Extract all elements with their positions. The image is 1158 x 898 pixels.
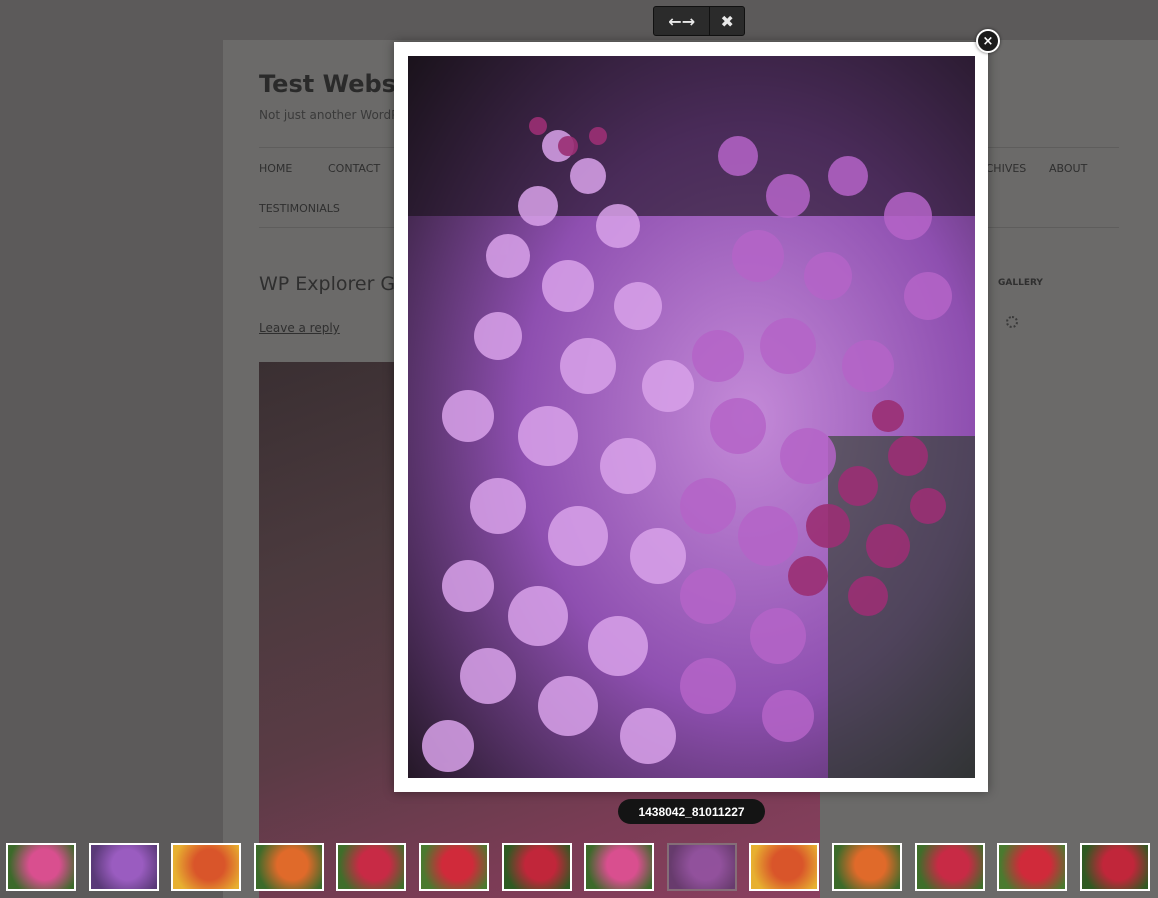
thumbnail-lilac[interactable] <box>667 843 737 891</box>
nav-item-home[interactable]: HOME <box>259 162 292 175</box>
lightbox-toolbar: ←→ ✖ <box>653 6 745 36</box>
nav-item-about[interactable]: ABOUT <box>1049 162 1087 175</box>
image-caption: 1438042_81011227 <box>618 799 765 824</box>
thumbnail-flower-bed[interactable] <box>171 843 241 891</box>
thumbnail-orange-roses[interactable] <box>254 843 324 891</box>
sidebar-widget-title: GALLERY <box>998 278 1043 288</box>
loading-spinner-icon <box>1006 316 1018 328</box>
thumbnail-red-rose[interactable] <box>419 843 489 891</box>
lilac-photo-icon <box>408 56 975 778</box>
thumbnail-red-rose[interactable] <box>915 843 985 891</box>
thumbnail-lilac[interactable] <box>89 843 159 891</box>
thumbnail-pink-rose[interactable] <box>584 843 654 891</box>
lightbox-close-icon[interactable]: × <box>976 29 1000 53</box>
nav-item-testimonials[interactable]: TESTIMONIALS <box>259 202 340 215</box>
toolbar-close-icon[interactable]: ✖ <box>710 7 744 35</box>
lightbox-image[interactable] <box>408 56 975 778</box>
thumbnail-red-roses[interactable] <box>502 843 572 891</box>
thumbnail-red-rose[interactable] <box>997 843 1067 891</box>
thumbnail-red-roses[interactable] <box>1080 843 1150 891</box>
lightbox-frame <box>394 42 988 792</box>
thumbnail-red-rose[interactable] <box>336 843 406 891</box>
thumbnail-pink-rose[interactable] <box>6 843 76 891</box>
thumbnail-orange-roses[interactable] <box>832 843 902 891</box>
prev-next-arrows-icon[interactable]: ←→ <box>654 7 711 35</box>
leave-reply-link[interactable]: Leave a reply <box>259 321 340 335</box>
thumbnail-flower-bed[interactable] <box>749 843 819 891</box>
nav-item-contact[interactable]: CONTACT <box>328 162 380 175</box>
